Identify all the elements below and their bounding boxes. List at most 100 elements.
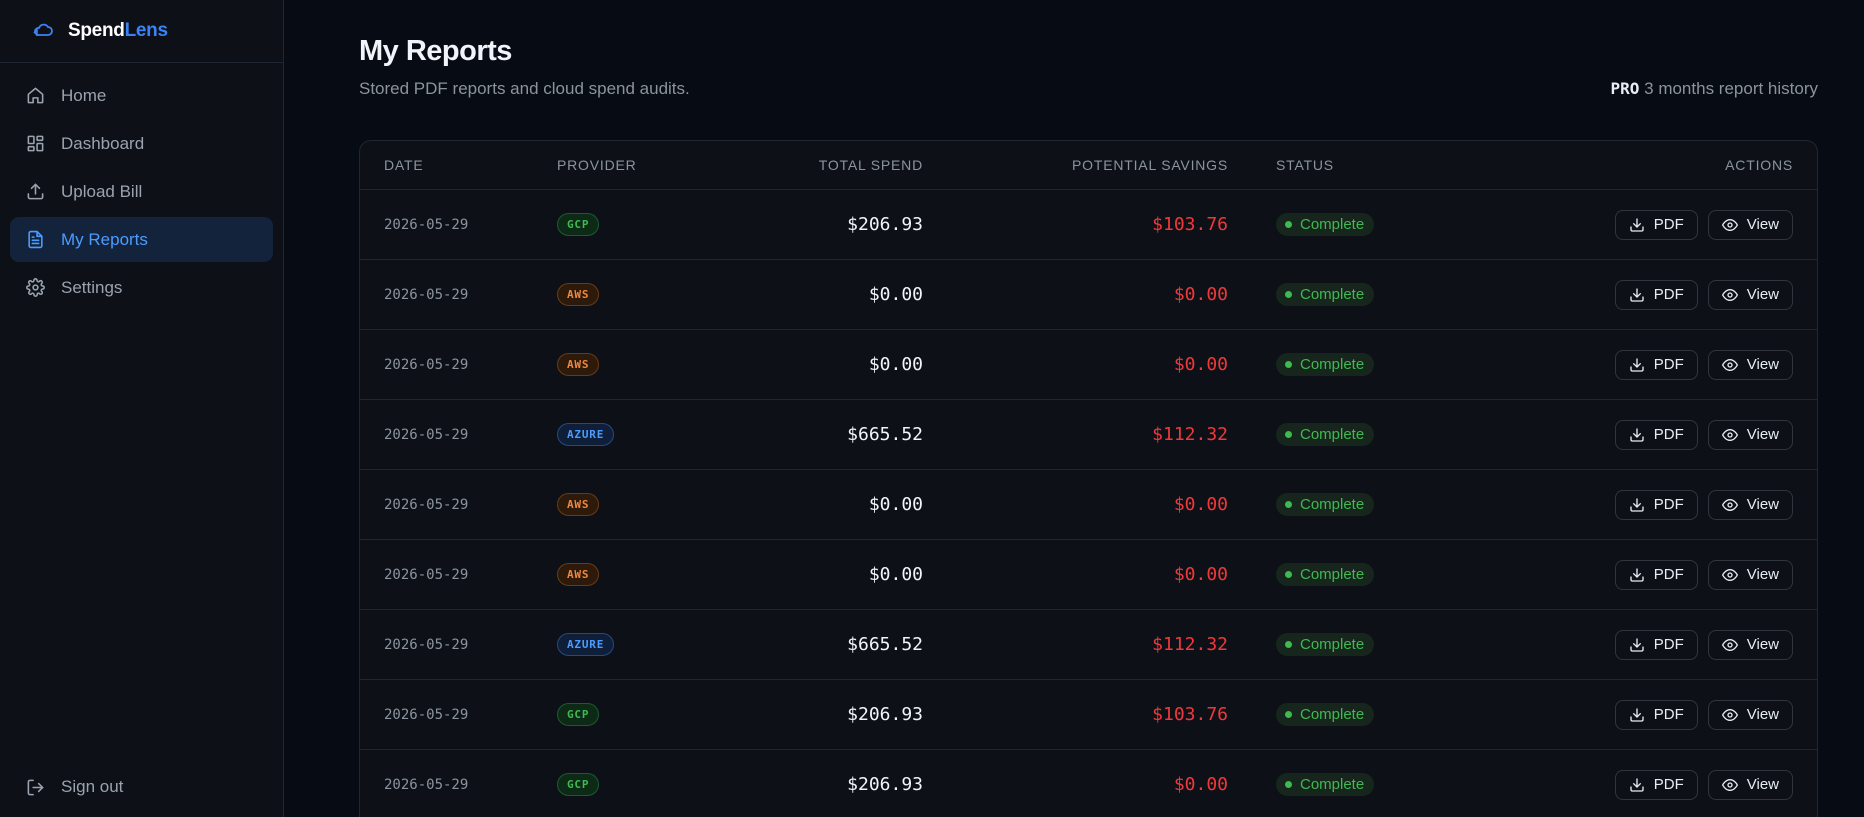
table-row: 2026-05-29 GCP $206.93 $0.00 Complete PD… bbox=[360, 750, 1817, 817]
eye-icon bbox=[1721, 288, 1738, 301]
cloud-logo-icon bbox=[33, 23, 53, 36]
status-badge: Complete bbox=[1276, 703, 1375, 726]
download-pdf-button[interactable]: PDF bbox=[1614, 419, 1698, 450]
total-spend: $665.52 bbox=[847, 424, 923, 445]
brand[interactable]: SpendLens bbox=[0, 0, 283, 63]
sidebar-item-upload-bill[interactable]: Upload Bill bbox=[10, 169, 273, 214]
download-pdf-label: PDF bbox=[1653, 706, 1684, 723]
status-text: Complete bbox=[1300, 776, 1365, 793]
download-pdf-button[interactable]: PDF bbox=[1614, 349, 1698, 380]
report-date: 2026-05-29 bbox=[384, 706, 469, 723]
sidebar-item-label: My Reports bbox=[61, 229, 148, 249]
view-report-button[interactable]: View bbox=[1707, 559, 1793, 590]
table-row: 2026-05-29 GCP $206.93 $103.76 Complete … bbox=[360, 190, 1817, 260]
download-pdf-label: PDF bbox=[1653, 216, 1684, 233]
sidebar-item-home[interactable]: Home bbox=[10, 73, 273, 118]
report-date: 2026-05-29 bbox=[384, 426, 469, 443]
download-pdf-button[interactable]: PDF bbox=[1614, 699, 1698, 730]
provider-badge: GCP bbox=[557, 213, 600, 236]
eye-icon bbox=[1721, 428, 1738, 441]
report-date: 2026-05-29 bbox=[384, 566, 469, 583]
upload-icon bbox=[27, 183, 44, 200]
download-pdf-button[interactable]: PDF bbox=[1614, 559, 1698, 590]
download-pdf-label: PDF bbox=[1653, 496, 1684, 513]
view-report-label: View bbox=[1746, 426, 1779, 443]
status-badge: Complete bbox=[1276, 213, 1375, 236]
provider-badge: AZURE bbox=[557, 633, 615, 656]
file-text-icon bbox=[28, 230, 43, 249]
provider-badge: AWS bbox=[557, 563, 600, 586]
provider-badge: AWS bbox=[557, 353, 600, 376]
status-text: Complete bbox=[1300, 286, 1365, 303]
plan-badge: PRO bbox=[1610, 79, 1640, 98]
download-icon bbox=[1630, 217, 1644, 232]
sidebar-item-dashboard[interactable]: Dashboard bbox=[10, 121, 273, 166]
download-pdf-label: PDF bbox=[1653, 566, 1684, 583]
download-pdf-label: PDF bbox=[1653, 776, 1684, 793]
header-actions: ACTIONS bbox=[1725, 157, 1793, 173]
view-report-button[interactable]: View bbox=[1707, 209, 1793, 240]
download-pdf-button[interactable]: PDF bbox=[1614, 629, 1698, 660]
eye-icon bbox=[1721, 218, 1738, 231]
status-badge: Complete bbox=[1276, 353, 1375, 376]
view-report-label: View bbox=[1746, 706, 1779, 723]
potential-savings: $103.76 bbox=[1152, 704, 1228, 725]
view-report-label: View bbox=[1746, 286, 1779, 303]
header-date[interactable]: DATE bbox=[360, 157, 557, 173]
header-provider[interactable]: PROVIDER bbox=[557, 157, 705, 173]
status-dot-icon bbox=[1285, 781, 1292, 788]
table-row: 2026-05-29 AWS $0.00 $0.00 Complete PDF … bbox=[360, 540, 1817, 610]
total-spend: $0.00 bbox=[868, 284, 923, 305]
plan-text: 3 months report history bbox=[1644, 79, 1818, 98]
sidebar-nav: Home Dashboard Upload Bill My Reports Se… bbox=[0, 63, 283, 310]
brand-name-part-a: Spend bbox=[68, 20, 125, 41]
provider-badge: GCP bbox=[557, 773, 600, 796]
total-spend: $206.93 bbox=[847, 704, 923, 725]
view-report-button[interactable]: View bbox=[1707, 349, 1793, 380]
header-total-spend[interactable]: TOTAL SPEND bbox=[705, 157, 923, 173]
brand-name: SpendLens bbox=[68, 20, 168, 42]
table-row: 2026-05-29 AZURE $665.52 $112.32 Complet… bbox=[360, 400, 1817, 470]
sidebar-item-settings[interactable]: Settings bbox=[10, 265, 273, 310]
status-text: Complete bbox=[1300, 496, 1365, 513]
view-report-button[interactable]: View bbox=[1707, 279, 1793, 310]
home-icon bbox=[27, 87, 44, 104]
potential-savings: $112.32 bbox=[1152, 634, 1228, 655]
status-text: Complete bbox=[1300, 356, 1365, 373]
log-out-icon bbox=[27, 779, 44, 795]
download-icon bbox=[1630, 707, 1644, 722]
eye-icon bbox=[1721, 498, 1738, 511]
view-report-button[interactable]: View bbox=[1707, 489, 1793, 520]
view-report-label: View bbox=[1746, 356, 1779, 373]
download-pdf-button[interactable]: PDF bbox=[1614, 769, 1698, 800]
download-icon bbox=[1630, 497, 1644, 512]
brand-name-part-b: Lens bbox=[124, 20, 168, 41]
status-text: Complete bbox=[1300, 706, 1365, 723]
download-pdf-button[interactable]: PDF bbox=[1614, 209, 1698, 240]
gear-icon bbox=[26, 278, 45, 297]
status-dot-icon bbox=[1285, 361, 1292, 368]
table-body: 2026-05-29 GCP $206.93 $103.76 Complete … bbox=[360, 190, 1817, 817]
download-pdf-button[interactable]: PDF bbox=[1614, 489, 1698, 520]
view-report-button[interactable]: View bbox=[1707, 699, 1793, 730]
header-status[interactable]: STATUS bbox=[1228, 157, 1428, 173]
view-report-button[interactable]: View bbox=[1707, 769, 1793, 800]
sign-out-button[interactable]: Sign out bbox=[10, 765, 273, 809]
status-badge: Complete bbox=[1276, 773, 1375, 796]
report-date: 2026-05-29 bbox=[384, 636, 469, 653]
download-pdf-button[interactable]: PDF bbox=[1614, 279, 1698, 310]
download-icon bbox=[1630, 287, 1644, 302]
plan-info: PRO 3 months report history bbox=[1611, 79, 1819, 99]
status-text: Complete bbox=[1300, 636, 1365, 653]
status-text: Complete bbox=[1300, 426, 1365, 443]
sidebar-item-label: Upload Bill bbox=[61, 181, 143, 201]
eye-icon bbox=[1721, 638, 1738, 651]
download-pdf-label: PDF bbox=[1653, 356, 1684, 373]
view-report-button[interactable]: View bbox=[1707, 419, 1793, 450]
header-potential-savings[interactable]: POTENTIAL SAVINGS bbox=[923, 157, 1228, 173]
report-date: 2026-05-29 bbox=[384, 776, 469, 793]
sidebar-item-label: Home bbox=[61, 85, 107, 105]
view-report-button[interactable]: View bbox=[1707, 629, 1793, 660]
sidebar-item-my-reports[interactable]: My Reports bbox=[10, 217, 273, 262]
potential-savings: $0.00 bbox=[1173, 774, 1228, 795]
